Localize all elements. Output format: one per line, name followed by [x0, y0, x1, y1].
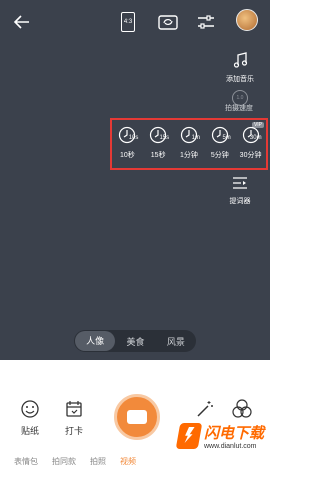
timer-value: 1m [191, 135, 200, 141]
mode-option[interactable]: 风景 [156, 335, 196, 348]
tab[interactable]: 视频 [120, 456, 136, 467]
calendar-check-icon [66, 401, 82, 417]
music-note-icon [233, 52, 248, 68]
prompter-label: 提词器 [229, 198, 251, 205]
clock-icon: 1m [180, 126, 200, 144]
tab[interactable]: 拍同款 [52, 456, 76, 467]
checkin-label: 打卡 [64, 426, 83, 436]
timer-value: 15s [159, 135, 170, 141]
mode-option[interactable]: 美食 [115, 335, 155, 348]
top-toolbar: 4:3 [0, 0, 270, 44]
filter-tool[interactable] [222, 398, 262, 420]
flip-camera-icon[interactable] [156, 10, 180, 34]
add-music-button[interactable]: 添加音乐 [220, 52, 260, 84]
watermark-title: 闪电下载 [203, 425, 264, 442]
magic-wand-icon [197, 401, 213, 417]
watermark-url: www.dianlut.com [203, 443, 257, 450]
avatar[interactable] [236, 9, 258, 31]
clock-icon: 5m [211, 126, 231, 144]
timer-value: 5m [222, 135, 231, 141]
tab[interactable]: 表情包 [14, 456, 38, 467]
timer-option[interactable]: 15s 15秒 [144, 126, 172, 160]
aspect-ratio-label: 4:3 [121, 12, 135, 32]
timer-label: 30分钟 [239, 152, 262, 159]
sticker-label: 贴纸 [20, 426, 39, 436]
capture-mode-tabs: 表情包 拍同款 拍照 视频 [0, 456, 270, 467]
timer-option[interactable]: 30m 30分钟 [237, 126, 265, 160]
video-camera-icon [127, 410, 147, 424]
speed-label: 拍摄速度 [225, 105, 253, 112]
timer-value: 10s [128, 135, 139, 141]
record-button[interactable] [114, 394, 160, 440]
timer-option[interactable]: 10s 10秒 [113, 126, 141, 160]
clock-icon: 15s [149, 126, 170, 144]
settings-sliders-icon[interactable] [194, 10, 218, 34]
timer-options: 10s 10秒 15s 15秒 1m 1分钟 5m 5分钟 30m 30分钟 [112, 126, 266, 160]
timer-label: 15秒 [150, 152, 166, 159]
back-arrow-icon[interactable] [10, 10, 34, 34]
clock-icon: 10s [118, 126, 139, 144]
sticker-tool[interactable]: 贴纸 [10, 398, 50, 437]
aspect-ratio-button[interactable]: 4:3 [116, 10, 140, 34]
timer-value: 30m [249, 135, 262, 141]
tab[interactable]: 拍照 [90, 456, 106, 467]
smiley-icon [21, 400, 39, 418]
timer-label: 10秒 [119, 152, 135, 159]
prompter-icon [233, 177, 247, 189]
prompter-button[interactable]: 提词器 [220, 176, 260, 206]
checkin-tool[interactable]: 打卡 [54, 398, 94, 437]
watermark: 闪电下载 www.dianlut.com [175, 422, 264, 450]
bottom-panel: 贴纸 打卡 闪电下载 www.dianlut.com 表情包 拍同款 拍照 视频 [0, 360, 270, 480]
timer-selector: VIP 10s 10秒 15s 15秒 1m 1分钟 5m 5分钟 30m 30分钟 [110, 118, 268, 170]
mode-option[interactable]: 人像 [75, 331, 116, 351]
clock-icon: 30m [242, 126, 262, 144]
filter-circles-icon [232, 399, 252, 418]
scene-mode-selector: 人像 美食 风景 [74, 330, 196, 352]
add-music-label: 添加音乐 [226, 76, 254, 83]
timer-label: 1分钟 [180, 152, 198, 159]
timer-option[interactable]: 5m 5分钟 [206, 126, 234, 160]
lightning-logo-icon [175, 423, 203, 449]
timer-label: 5分钟 [210, 152, 229, 159]
timer-option[interactable]: 1m 1分钟 [175, 126, 203, 160]
magic-wand-tool[interactable] [184, 398, 224, 420]
